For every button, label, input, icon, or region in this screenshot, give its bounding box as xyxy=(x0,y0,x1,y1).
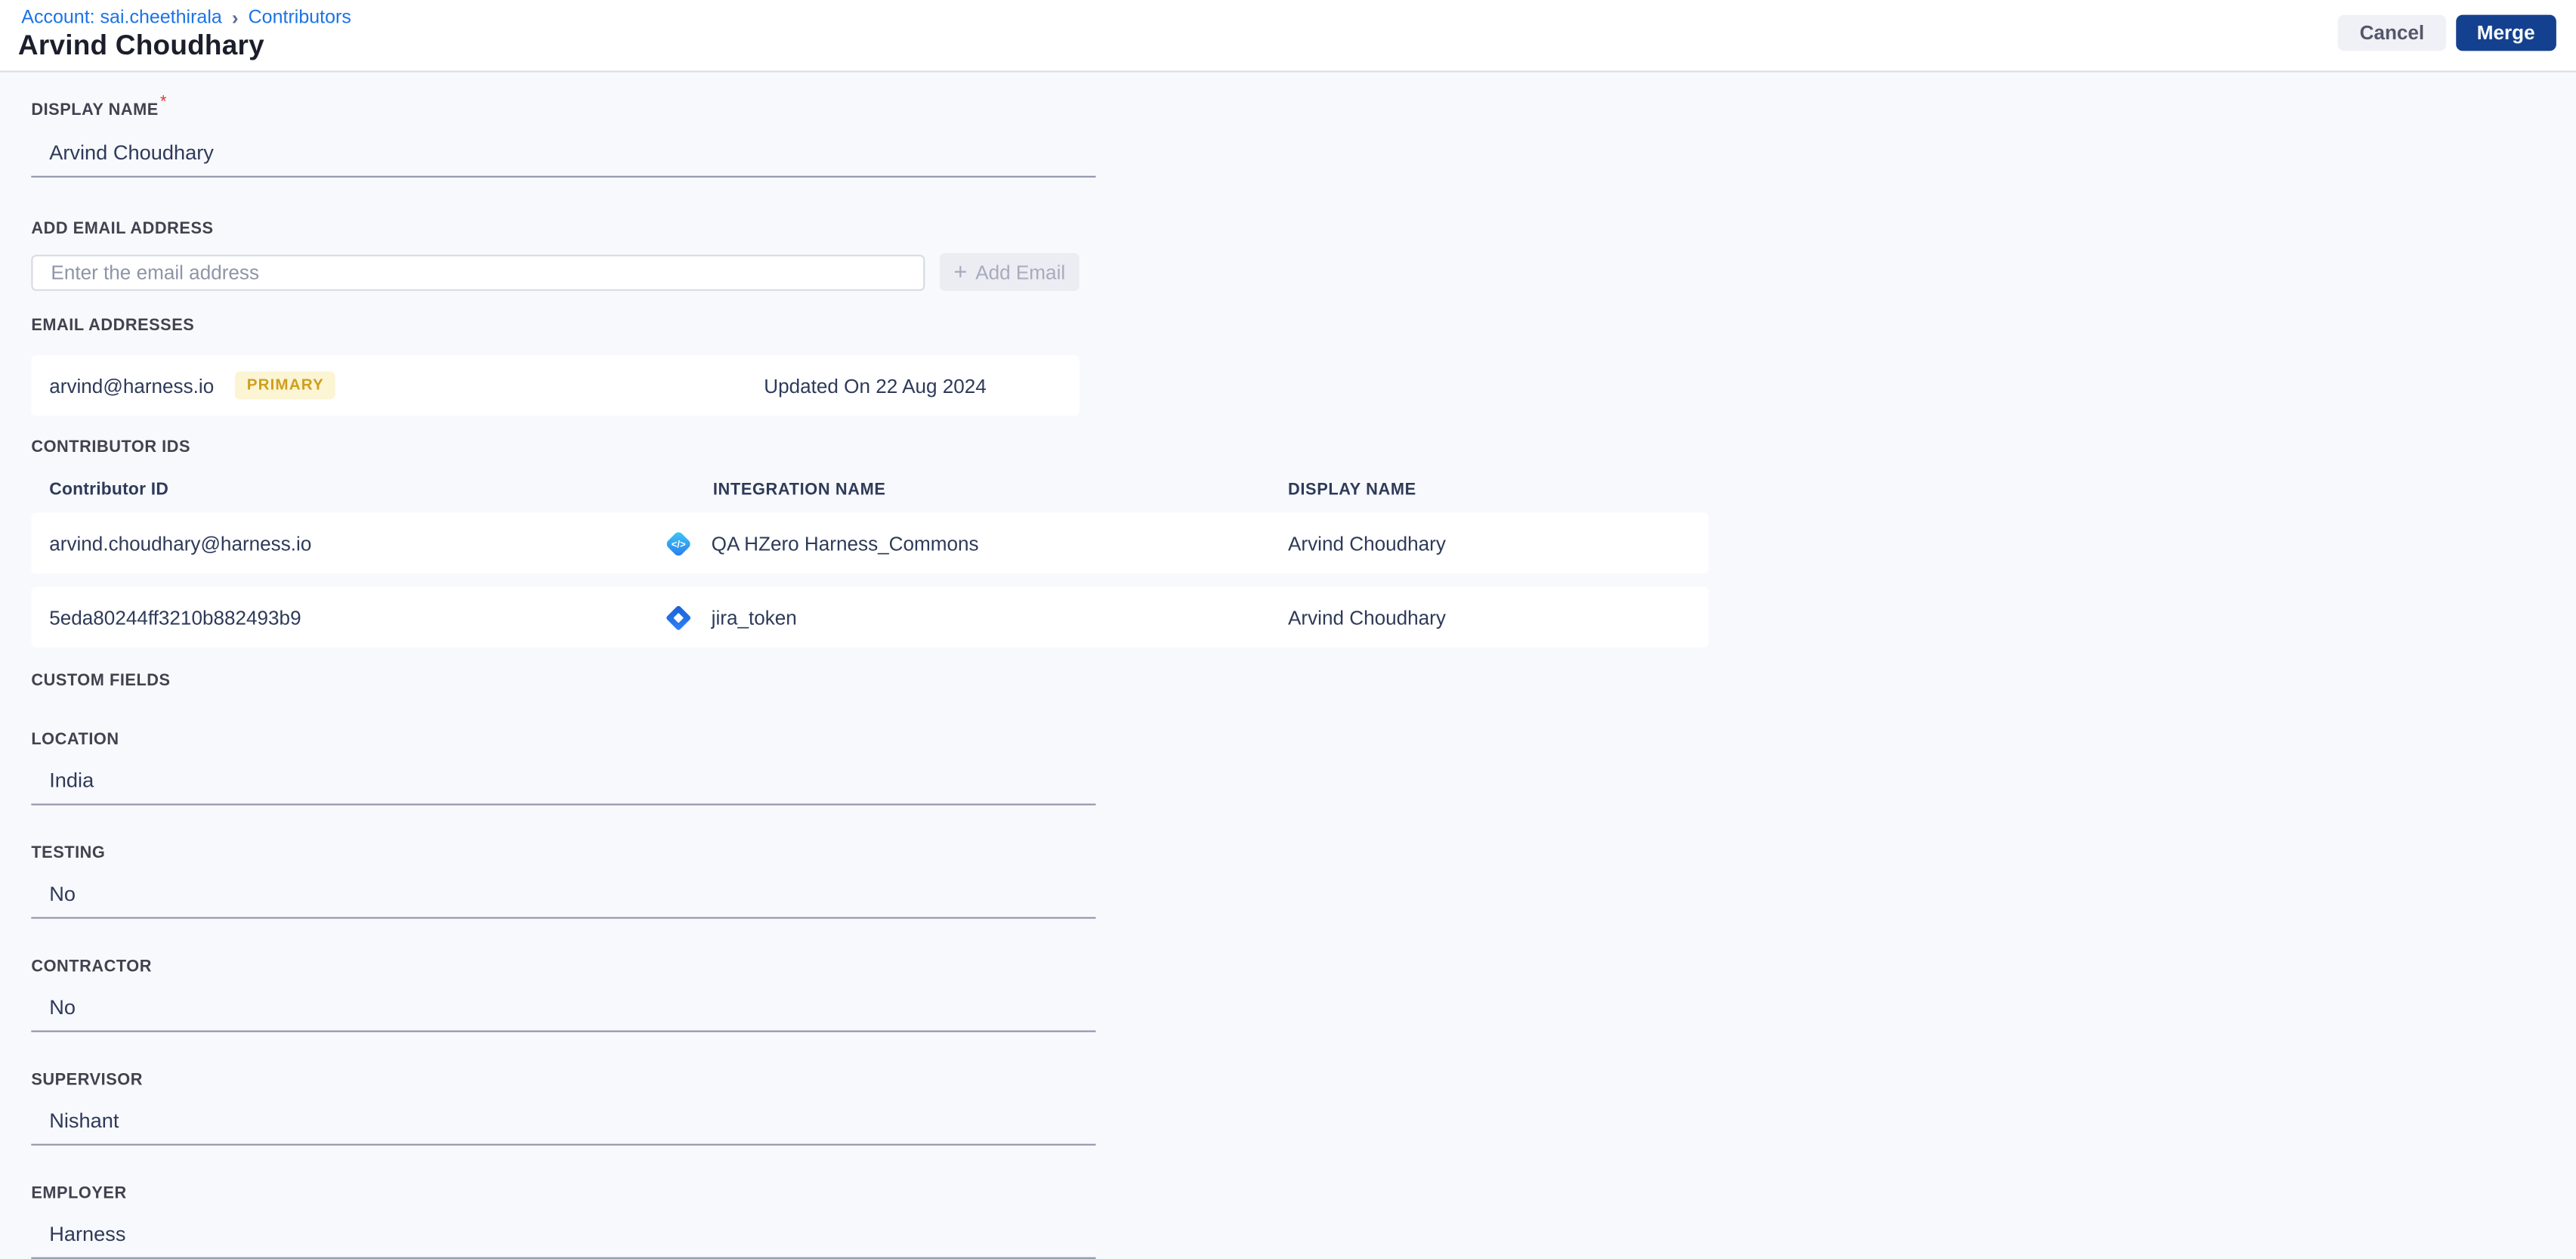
contributor-detail-page: Account: sai.cheethirala › Contributors … xyxy=(0,0,2576,1259)
contractor-input[interactable] xyxy=(49,995,1036,1019)
custom-field-testing: TESTING xyxy=(31,845,2576,919)
contributor-ids-table-header: Contributor ID INTEGRATION NAME DISPLAY … xyxy=(31,480,2576,500)
display-name-input[interactable] xyxy=(49,141,1036,165)
custom-field-supervisor: SUPERVISOR xyxy=(31,1072,2576,1146)
employer-label: EMPLOYER xyxy=(31,1184,127,1203)
email-addresses-label: EMAIL ADDRESSES xyxy=(31,317,195,336)
email-address-row: arvind@harness.io PRIMARY Updated On 22 … xyxy=(31,354,1080,416)
main-content: DISPLAY NAME* ADD EMAIL ADDRESS + Add Em… xyxy=(0,73,2576,1259)
location-label: LOCATION xyxy=(31,731,119,750)
add-email-input[interactable] xyxy=(31,253,925,290)
breadcrumb: Account: sai.cheethirala › Contributors xyxy=(21,8,351,28)
location-input[interactable] xyxy=(49,769,1036,793)
add-email-button-label: Add Email xyxy=(975,260,1066,284)
page-title: Arvind Choudhary xyxy=(17,29,264,61)
row-display-name-value: Arvind Choudhary xyxy=(1288,531,1446,555)
breadcrumb-account-link[interactable]: Account: sai.cheethirala xyxy=(21,8,222,28)
breadcrumb-contributors-link[interactable]: Contributors xyxy=(249,8,351,28)
email-addresses-section: EMAIL ADDRESSES arvind@harness.io PRIMAR… xyxy=(31,317,2576,416)
integration-name-value: QA HZero Harness_Commons xyxy=(711,531,979,555)
page-header: Account: sai.cheethirala › Contributors … xyxy=(0,0,2576,73)
chevron-right-icon: › xyxy=(231,6,239,30)
custom-field-employer: EMPLOYER xyxy=(31,1185,2576,1259)
email-address-value: arvind@harness.io xyxy=(49,373,215,397)
display-name-underline xyxy=(31,135,1096,178)
custom-field-location: LOCATION xyxy=(31,732,2576,806)
add-email-label: ADD EMAIL ADDRESS xyxy=(31,220,214,239)
row-display-name-value: Arvind Choudhary xyxy=(1288,605,1446,629)
add-email-section: ADD EMAIL ADDRESS + Add Email xyxy=(31,220,2576,291)
primary-badge: PRIMARY xyxy=(235,371,336,400)
integration-name-value: jira_token xyxy=(711,605,797,629)
column-header-integration-name: INTEGRATION NAME xyxy=(712,481,886,500)
supervisor-input[interactable] xyxy=(49,1109,1036,1133)
merge-button[interactable]: Merge xyxy=(2455,14,2556,51)
column-header-contributor-id: Contributor ID xyxy=(49,480,169,500)
testing-label: TESTING xyxy=(31,844,106,863)
employer-input[interactable] xyxy=(49,1223,1036,1246)
header-actions: Cancel Merge xyxy=(2338,14,2556,51)
cancel-button[interactable]: Cancel xyxy=(2338,14,2446,51)
custom-fields-label: CUSTOM FIELDS xyxy=(31,672,171,691)
contributor-id-value: arvind.choudhary@harness.io xyxy=(49,531,312,555)
code-integration-icon: </> xyxy=(666,531,690,555)
email-updated-on: Updated On 22 Aug 2024 xyxy=(764,373,987,397)
custom-field-contractor: CONTRACTOR xyxy=(31,958,2576,1032)
display-name-label: DISPLAY NAME xyxy=(31,101,159,120)
contributor-ids-label: CONTRIBUTOR IDS xyxy=(31,438,191,457)
jira-icon xyxy=(666,605,691,630)
display-name-field: DISPLAY NAME * xyxy=(31,94,2576,178)
testing-input[interactable] xyxy=(49,882,1036,906)
column-header-display-name: DISPLAY NAME xyxy=(1288,481,1416,500)
custom-fields-section: CUSTOM FIELDS LOCATION TESTING CONTRACTO… xyxy=(31,672,2576,1259)
svg-text:</>: </> xyxy=(672,538,686,549)
contributor-id-row: 5eda80244ff3210b882493b9 jira_token Arvi… xyxy=(31,586,1709,648)
contractor-label: CONTRACTOR xyxy=(31,957,153,976)
required-asterisk: * xyxy=(159,93,167,112)
contributor-ids-section: CONTRIBUTOR IDS Contributor ID INTEGRATI… xyxy=(31,439,2576,648)
contributor-id-value: 5eda80244ff3210b882493b9 xyxy=(49,605,301,629)
contributor-id-row: arvind.choudhary@harness.io </> QA HZero… xyxy=(31,512,1709,574)
add-email-button[interactable]: + Add Email xyxy=(939,252,1080,291)
plus-icon: + xyxy=(953,258,968,285)
supervisor-label: SUPERVISOR xyxy=(31,1071,143,1090)
